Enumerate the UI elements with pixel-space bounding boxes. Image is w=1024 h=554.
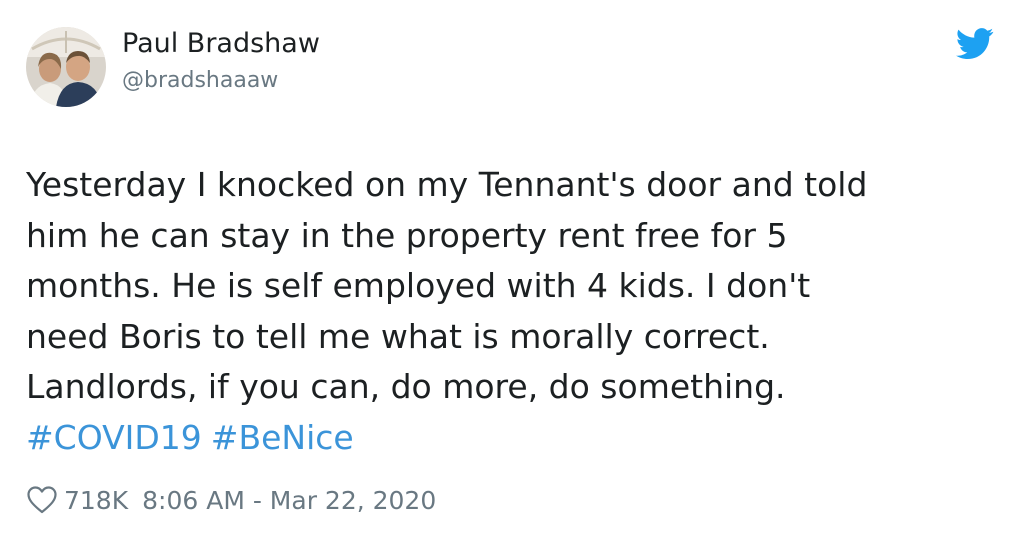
author-avatar[interactable] — [26, 27, 106, 107]
tweet-timestamp[interactable]: 8:06 AM - Mar 22, 2020 — [142, 486, 436, 515]
author-display-name[interactable]: Paul Bradshaw — [122, 26, 320, 62]
twitter-bird-icon[interactable] — [956, 28, 994, 60]
hashtag-row: #COVID19 #BeNice — [26, 413, 363, 463]
avatar-photo — [26, 27, 106, 107]
tweet-card: Paul Bradshaw @bradshaaaw Yesterday I kn… — [0, 0, 1024, 554]
tweet-text: Yesterday I knocked on my Tennant's door… — [26, 165, 868, 406]
heart-icon[interactable] — [26, 485, 58, 515]
hashtag-link[interactable]: #BeNice — [211, 418, 354, 457]
hashtag-link[interactable]: #COVID19 — [26, 418, 202, 457]
like-count[interactable]: 718K — [64, 486, 128, 515]
tweet-meta: 718K 8:06 AM - Mar 22, 2020 — [26, 481, 436, 519]
author-handle[interactable]: @bradshaaaw — [122, 66, 278, 96]
